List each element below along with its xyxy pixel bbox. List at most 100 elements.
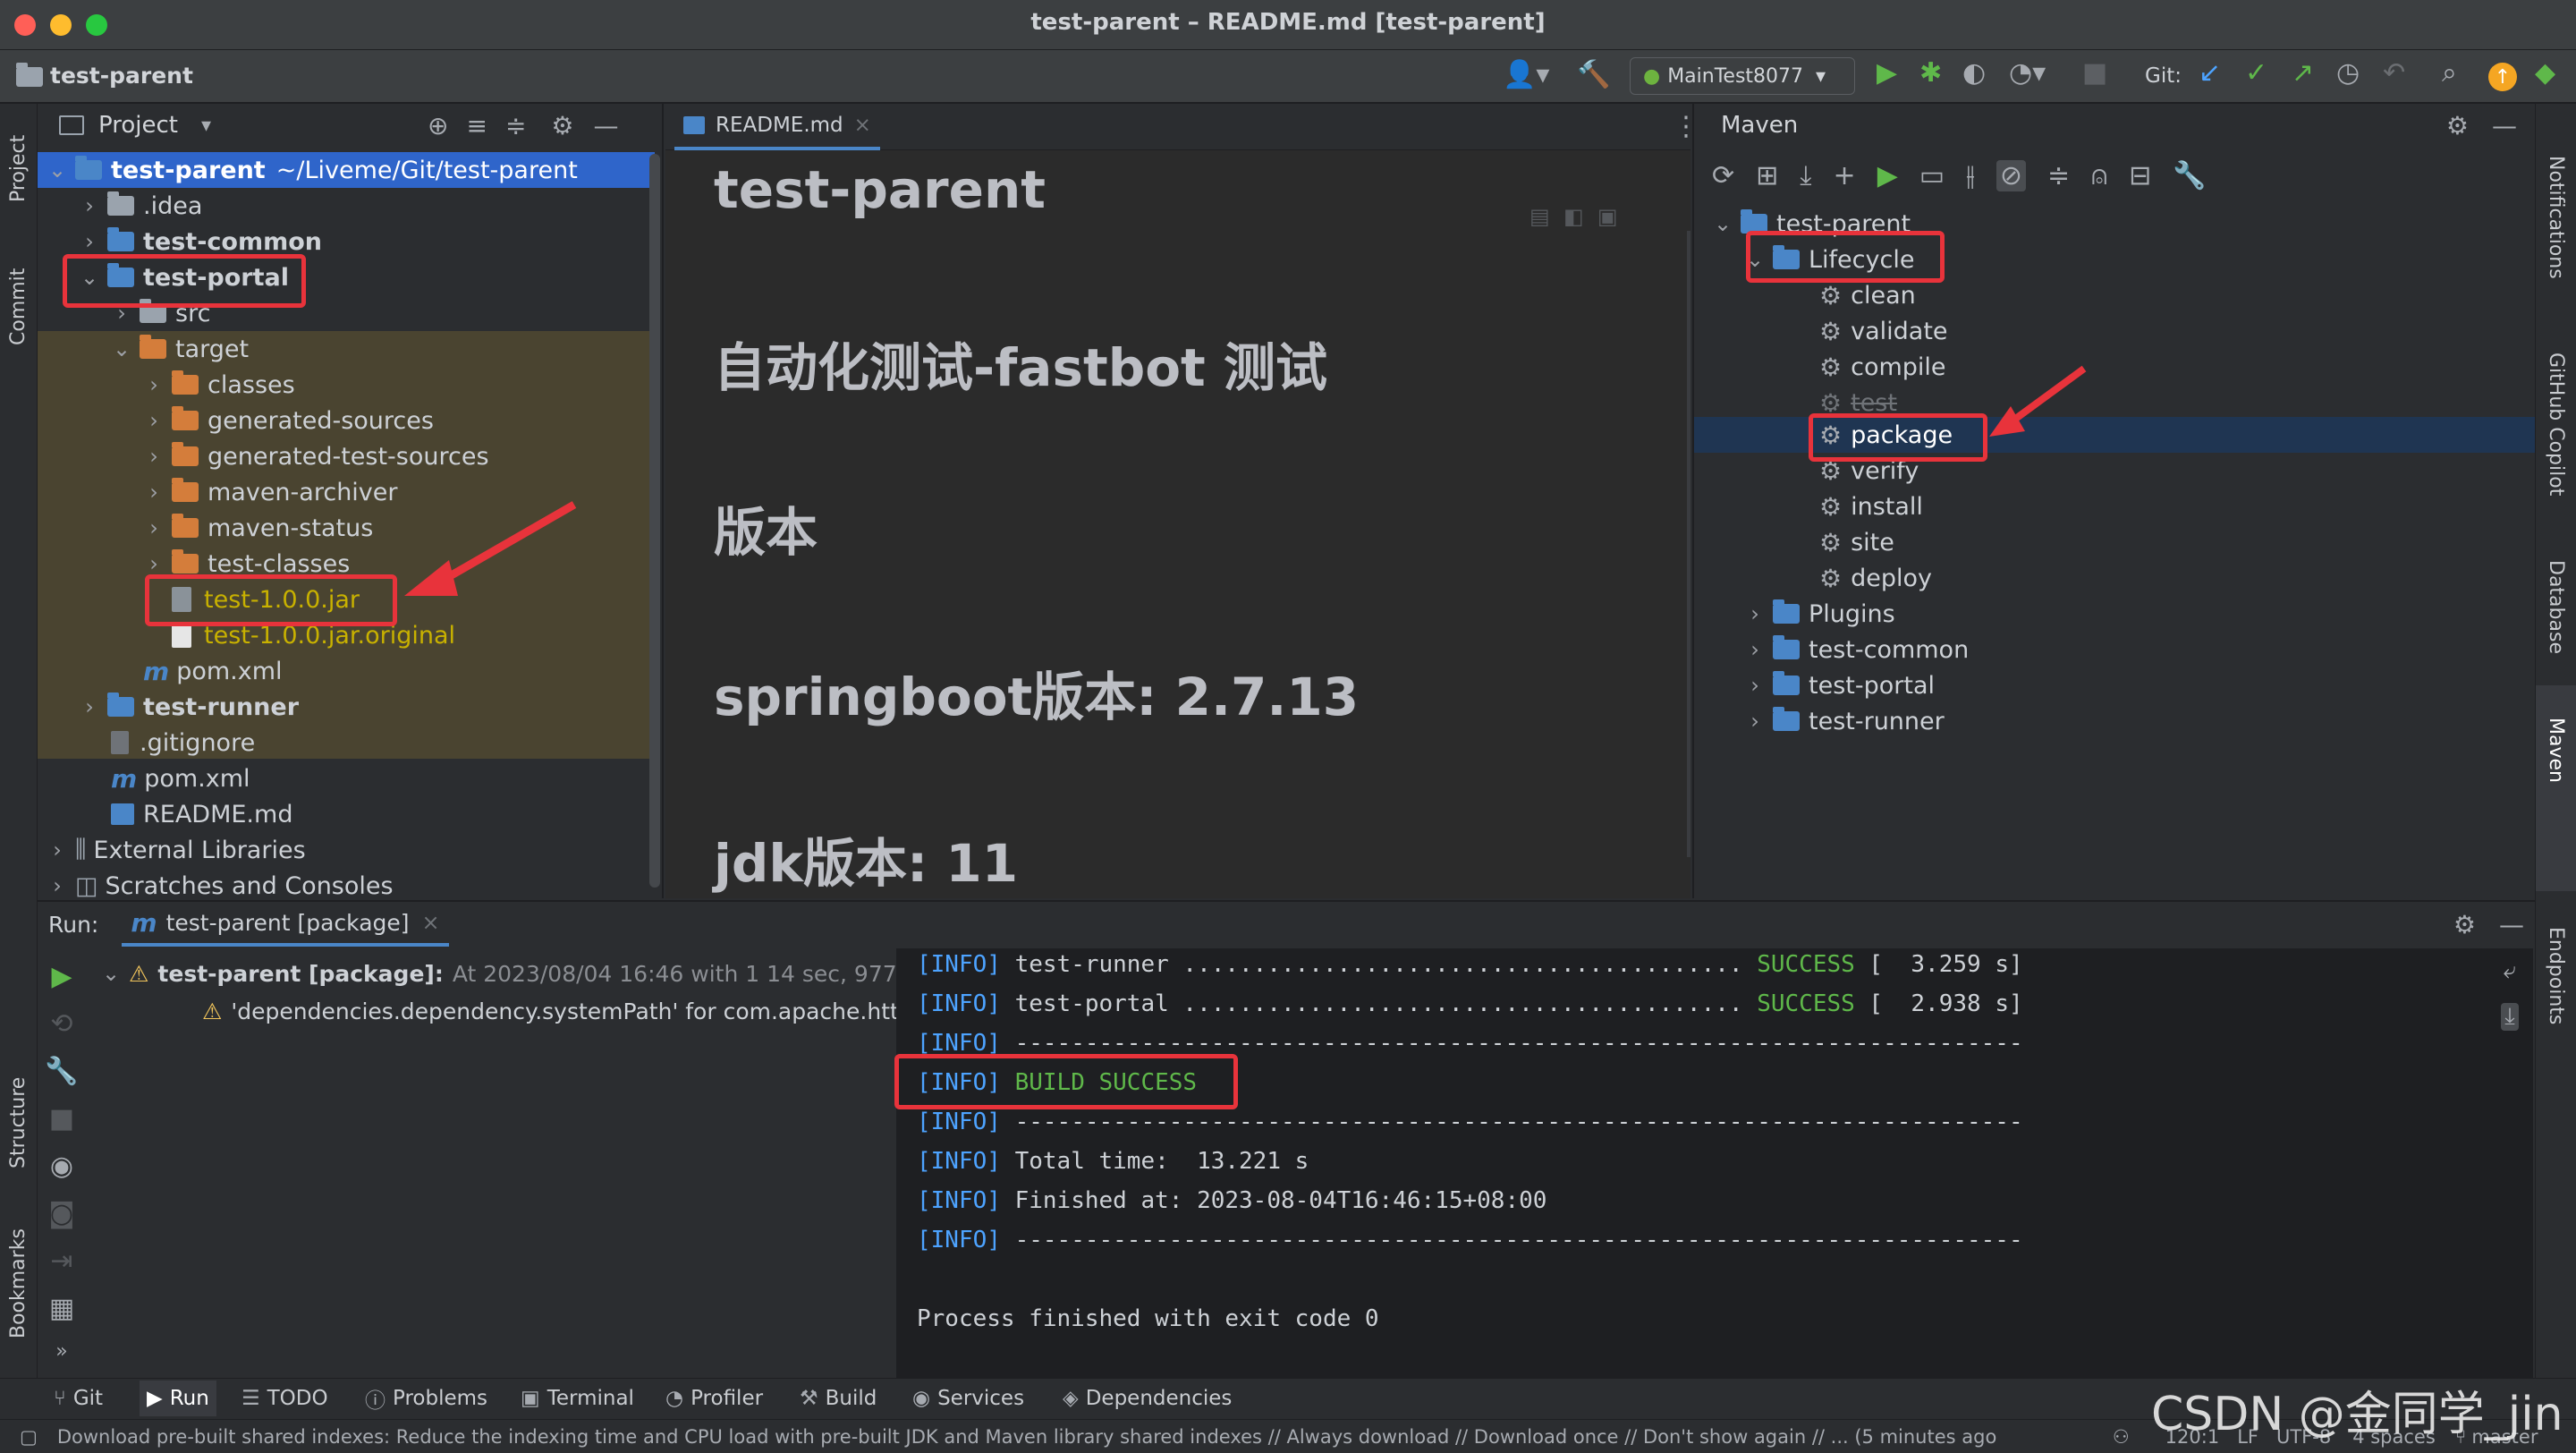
- git-push-icon[interactable]: ↗: [2292, 57, 2314, 89]
- git-update-icon[interactable]: ↙: [2199, 57, 2221, 89]
- chevron-right-icon[interactable]: ›: [79, 193, 100, 218]
- layout-icon[interactable]: ▦: [49, 1293, 74, 1324]
- execute-goal-icon[interactable]: ▭: [1919, 160, 1945, 191]
- chevron-down-icon[interactable]: ⌄: [1744, 247, 1766, 272]
- tree-row-generated-sources[interactable]: › generated-sources: [143, 403, 434, 438]
- editor-content[interactable]: ▤ ◧ ▣ test-parent 自动化测试-fastbot 测试 版本 sp…: [665, 150, 1690, 898]
- chevron-right-icon[interactable]: ›: [143, 372, 165, 397]
- tab-commit[interactable]: Commit: [7, 247, 30, 345]
- tab-maven[interactable]: Maven: [2545, 718, 2567, 825]
- chevron-right-icon[interactable]: ›: [1744, 673, 1766, 698]
- tree-row-src[interactable]: › src: [111, 295, 210, 331]
- chevron-right-icon[interactable]: ›: [143, 444, 165, 469]
- chevron-down-icon[interactable]: ⌄: [47, 157, 68, 183]
- chevron-right-icon[interactable]: ›: [1744, 637, 1766, 662]
- tree-row-test-portal[interactable]: ⌄ test-portal: [79, 259, 289, 295]
- locate-icon[interactable]: ⊕: [428, 111, 448, 140]
- coverage-icon[interactable]: ◐: [1962, 57, 1986, 89]
- download-icon[interactable]: ⤓: [1800, 160, 1811, 191]
- chevron-right-icon[interactable]: ›: [143, 551, 165, 576]
- reload-icon[interactable]: ⟳: [1712, 160, 1734, 191]
- camera-icon[interactable]: ◙: [48, 1198, 74, 1229]
- gear-icon[interactable]: ⚙: [2446, 111, 2469, 140]
- phase-deploy[interactable]: ⚙ deploy: [1819, 560, 1932, 596]
- maven-module-test-portal[interactable]: › test-portal: [1744, 667, 1935, 703]
- tree-row-readme[interactable]: README.md: [111, 796, 292, 832]
- bottom-tab-profiler[interactable]: ◔ Profiler: [665, 1381, 763, 1416]
- close-icon[interactable]: ×: [422, 910, 440, 935]
- tab-readme[interactable]: README.md ×: [674, 104, 880, 150]
- tree-row-gitignore[interactable]: .gitignore: [111, 725, 255, 760]
- search-icon[interactable]: ⌕: [2442, 57, 2457, 89]
- git-rollback-icon[interactable]: ↶: [2383, 57, 2405, 89]
- rerun-icon[interactable]: ▶: [51, 961, 72, 992]
- tree-row-pom-root[interactable]: m pom.xml: [111, 760, 250, 796]
- tab-bookmarks[interactable]: Bookmarks: [7, 1213, 30, 1338]
- tree-row-test-common[interactable]: › test-common: [79, 224, 322, 259]
- copilot-status-icon[interactable]: ⚇: [2113, 1426, 2130, 1448]
- tab-project[interactable]: Project: [7, 122, 30, 202]
- build-hammer-icon[interactable]: 🔨: [1577, 59, 1610, 90]
- chevron-right-icon[interactable]: ›: [143, 515, 165, 540]
- plus-icon[interactable]: +: [1834, 160, 1856, 191]
- bottom-tab-todo[interactable]: ☰ TODO: [242, 1381, 328, 1416]
- eye-icon[interactable]: ◉: [50, 1151, 73, 1182]
- tree-row-generated-test-sources[interactable]: › generated-test-sources: [143, 438, 489, 474]
- chevron-down-icon[interactable]: ⌄: [100, 961, 122, 986]
- collapse-icon[interactable]: ≑: [2047, 160, 2070, 191]
- toggle-tool-windows-icon[interactable]: ▢: [20, 1426, 38, 1448]
- chevron-right-icon[interactable]: ›: [1744, 709, 1766, 734]
- project-panel-title[interactable]: Project: [98, 112, 178, 139]
- tree-row-test-runner[interactable]: › test-runner: [79, 689, 299, 725]
- run-icon[interactable]: ▶: [1877, 57, 1897, 89]
- chevron-right-icon[interactable]: ›: [143, 408, 165, 433]
- tree-row-scratches[interactable]: › ◫ Scratches and Consoles: [47, 868, 393, 899]
- project-name[interactable]: test-parent: [50, 63, 193, 89]
- user-icon[interactable]: 👤▾: [1503, 59, 1549, 90]
- minimize-icon[interactable]: —: [594, 111, 619, 140]
- chevron-right-icon[interactable]: ›: [143, 480, 165, 505]
- tree-row-jar[interactable]: test-1.0.0.jar: [172, 582, 360, 617]
- copilot-icon[interactable]: ◆: [2535, 57, 2555, 89]
- maven-lifecycle[interactable]: ⌄ Lifecycle: [1744, 242, 1914, 277]
- wrench-icon[interactable]: 🔧: [45, 1056, 78, 1087]
- tree-row-jar-original[interactable]: test-1.0.0.jar.original: [172, 617, 455, 653]
- add-project-icon[interactable]: ⊞: [1756, 160, 1778, 191]
- bottom-tab-dependencies[interactable]: ◈ Dependencies: [1063, 1381, 1232, 1416]
- chevron-right-icon[interactable]: ›: [1744, 601, 1766, 626]
- scroll-to-end-icon[interactable]: ⤓: [2501, 1003, 2519, 1031]
- run-config-selector[interactable]: ● MainTest8077 ▾: [1630, 57, 1855, 95]
- export-icon[interactable]: ⇥: [50, 1245, 72, 1277]
- chevron-down-icon[interactable]: ⌄: [111, 336, 132, 361]
- stop-icon[interactable]: ■: [2082, 57, 2107, 89]
- show-diagram-icon[interactable]: ⊟: [2129, 160, 2151, 191]
- view-mode-switcher[interactable]: ▤ ◧ ▣: [1530, 204, 1618, 229]
- chevron-right-icon[interactable]: ›: [79, 694, 100, 719]
- phase-clean[interactable]: ⚙ clean: [1819, 277, 1916, 313]
- tree-row-target[interactable]: ⌄ target: [111, 331, 249, 367]
- bottom-tab-terminal[interactable]: ▣ Terminal: [521, 1381, 634, 1416]
- tree-row-test-classes[interactable]: › test-classes: [143, 546, 350, 582]
- chevron-right-icon[interactable]: ›: [79, 229, 100, 254]
- tree-row-idea[interactable]: › .idea: [79, 188, 202, 224]
- tab-notifications[interactable]: Notifications: [2545, 156, 2567, 308]
- phase-compile[interactable]: ⚙ compile: [1819, 349, 1946, 385]
- expand-all-icon[interactable]: ≡: [466, 111, 487, 140]
- stop-icon[interactable]: ■: [49, 1103, 74, 1134]
- collapse-all-icon[interactable]: ≑: [505, 111, 526, 140]
- phase-validate[interactable]: ⚙ validate: [1819, 313, 1948, 349]
- tab-database[interactable]: Database: [2545, 560, 2567, 676]
- gear-icon[interactable]: ⚙: [551, 111, 573, 140]
- expand-icon[interactable]: »: [55, 1340, 67, 1363]
- chevron-right-icon[interactable]: ›: [47, 873, 68, 898]
- tree-row-test-parent[interactable]: ⌄ test-parent ~/Liveme/Git/test-parent: [47, 152, 578, 188]
- tab-github-copilot[interactable]: GitHub Copilot: [2545, 353, 2567, 523]
- minimize-icon[interactable]: —: [2492, 111, 2517, 140]
- soft-wrap-icon[interactable]: ⤶: [2504, 957, 2517, 985]
- chevron-down-icon[interactable]: ▾: [201, 115, 211, 137]
- phase-site[interactable]: ⚙ site: [1819, 524, 1894, 560]
- minimize-icon[interactable]: —: [2499, 910, 2524, 939]
- debug-icon[interactable]: ✱: [1919, 57, 1942, 89]
- maven-root[interactable]: ⌄ test-parent: [1712, 206, 1911, 242]
- bottom-tab-git[interactable]: ⑂ Git: [54, 1381, 103, 1416]
